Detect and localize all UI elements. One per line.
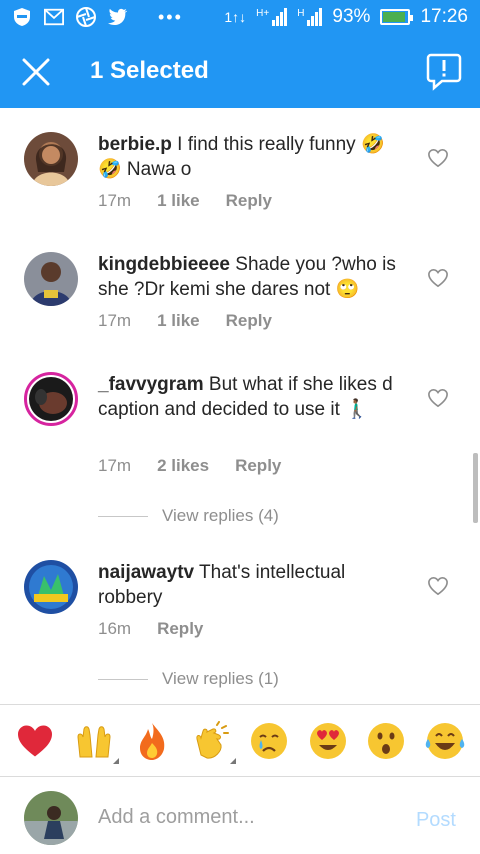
username[interactable]: kingdebbieeee — [98, 254, 230, 275]
comment-text: kingdebbieeee Shade you ?who is she ?Dr … — [98, 254, 396, 300]
username[interactable]: _favvygram — [98, 374, 204, 395]
heart-eyes-icon — [309, 722, 346, 759]
more-notifications-icon: ••• — [158, 7, 183, 27]
aperture-icon — [76, 7, 96, 27]
battery-icon — [380, 9, 414, 25]
comments-list[interactable]: berbie.p I find this really funny 🤣🤣 Naw… — [0, 108, 480, 704]
comment-meta: 16m Reply — [98, 619, 229, 639]
view-replies-link[interactable]: View replies (4) — [98, 506, 279, 526]
reply-button[interactable]: Reply — [157, 619, 203, 639]
comment-meta: 17m 1 like Reply — [98, 191, 298, 211]
red-heart-icon — [18, 725, 53, 756]
avatar[interactable] — [24, 132, 78, 186]
twitter-icon — [108, 7, 128, 27]
comment-text: berbie.p I find this really funny 🤣🤣 Naw… — [98, 134, 385, 180]
status-bar: ••• 1↑↓ H+ H 93% 17:26 — [0, 0, 480, 36]
battery-percent: 93% — [332, 6, 371, 27]
selection-app-bar: 1 Selected — [0, 36, 480, 108]
scrollbar[interactable] — [473, 453, 478, 523]
comment-composer: Post — [0, 776, 480, 854]
emoji-reaction-bar — [0, 704, 480, 776]
emoji-tears-of-joy-button[interactable] — [424, 720, 466, 762]
replies-divider — [98, 515, 148, 517]
reply-button[interactable]: Reply — [226, 191, 272, 211]
signal-icon-2: H — [297, 8, 323, 26]
comment-text: naijawaytv That's intellectual robbery — [98, 562, 346, 608]
emoji-fire-button[interactable] — [131, 720, 173, 762]
heart-icon[interactable] — [427, 388, 449, 408]
selection-title: 1 Selected — [90, 57, 209, 84]
data-activity: 1↑↓ — [224, 9, 247, 25]
username[interactable]: naijawaytv — [98, 562, 194, 583]
post-button[interactable]: Post — [416, 809, 456, 832]
raising-hands-icon — [77, 725, 111, 757]
emoji-surprised-face-button[interactable] — [365, 720, 407, 762]
clock: 17:26 — [420, 6, 468, 27]
likes-count[interactable]: 1 like — [157, 191, 200, 211]
timestamp: 17m — [98, 456, 132, 475]
reply-button[interactable]: Reply — [235, 456, 281, 476]
surprised-face-icon — [368, 722, 405, 759]
avatar-story-ring[interactable] — [24, 372, 78, 426]
emoji-clapping-hands-button[interactable] — [190, 720, 236, 764]
timestamp: 16m — [98, 619, 132, 638]
fire-icon — [140, 722, 165, 760]
report-icon — [426, 53, 462, 91]
avatar[interactable] — [24, 560, 78, 614]
reply-button[interactable]: Reply — [226, 311, 272, 331]
skin-tone-indicator — [229, 757, 236, 764]
heart-icon[interactable] — [427, 576, 449, 596]
avatar[interactable] — [24, 252, 78, 306]
emoji-heart-button[interactable] — [14, 720, 56, 762]
timestamp: 17m — [98, 191, 132, 210]
comment-meta: 17m 1 like Reply — [98, 311, 298, 331]
likes-count[interactable]: 2 likes — [157, 456, 209, 476]
report-button[interactable] — [426, 52, 462, 92]
view-replies-link[interactable]: View replies (1) — [98, 669, 279, 689]
shield-icon — [12, 7, 32, 27]
comment-meta: 17m 2 likes Reply — [98, 456, 307, 476]
comment-input[interactable] — [98, 799, 388, 835]
current-user-avatar[interactable] — [24, 791, 78, 845]
close-icon — [22, 58, 50, 86]
comment-text: _favvygram But what if she likes d capti… — [98, 374, 393, 420]
tears-of-joy-icon — [425, 722, 464, 759]
heart-icon[interactable] — [427, 268, 449, 288]
replies-divider — [98, 678, 148, 680]
gmail-icon — [44, 7, 64, 27]
emoji-crying-face-button[interactable] — [248, 720, 290, 762]
likes-count[interactable]: 1 like — [157, 311, 200, 331]
emoji-raising-hands-button[interactable] — [73, 720, 119, 764]
close-button[interactable] — [16, 52, 56, 92]
clapping-hands-icon — [196, 720, 229, 759]
crying-face-icon — [251, 722, 288, 759]
username[interactable]: berbie.p — [98, 134, 172, 155]
timestamp: 17m — [98, 311, 132, 330]
emoji-heart-eyes-button[interactable] — [307, 720, 349, 762]
signal-icon: H+ — [256, 8, 288, 26]
heart-icon[interactable] — [427, 148, 449, 168]
skin-tone-indicator — [112, 757, 119, 764]
